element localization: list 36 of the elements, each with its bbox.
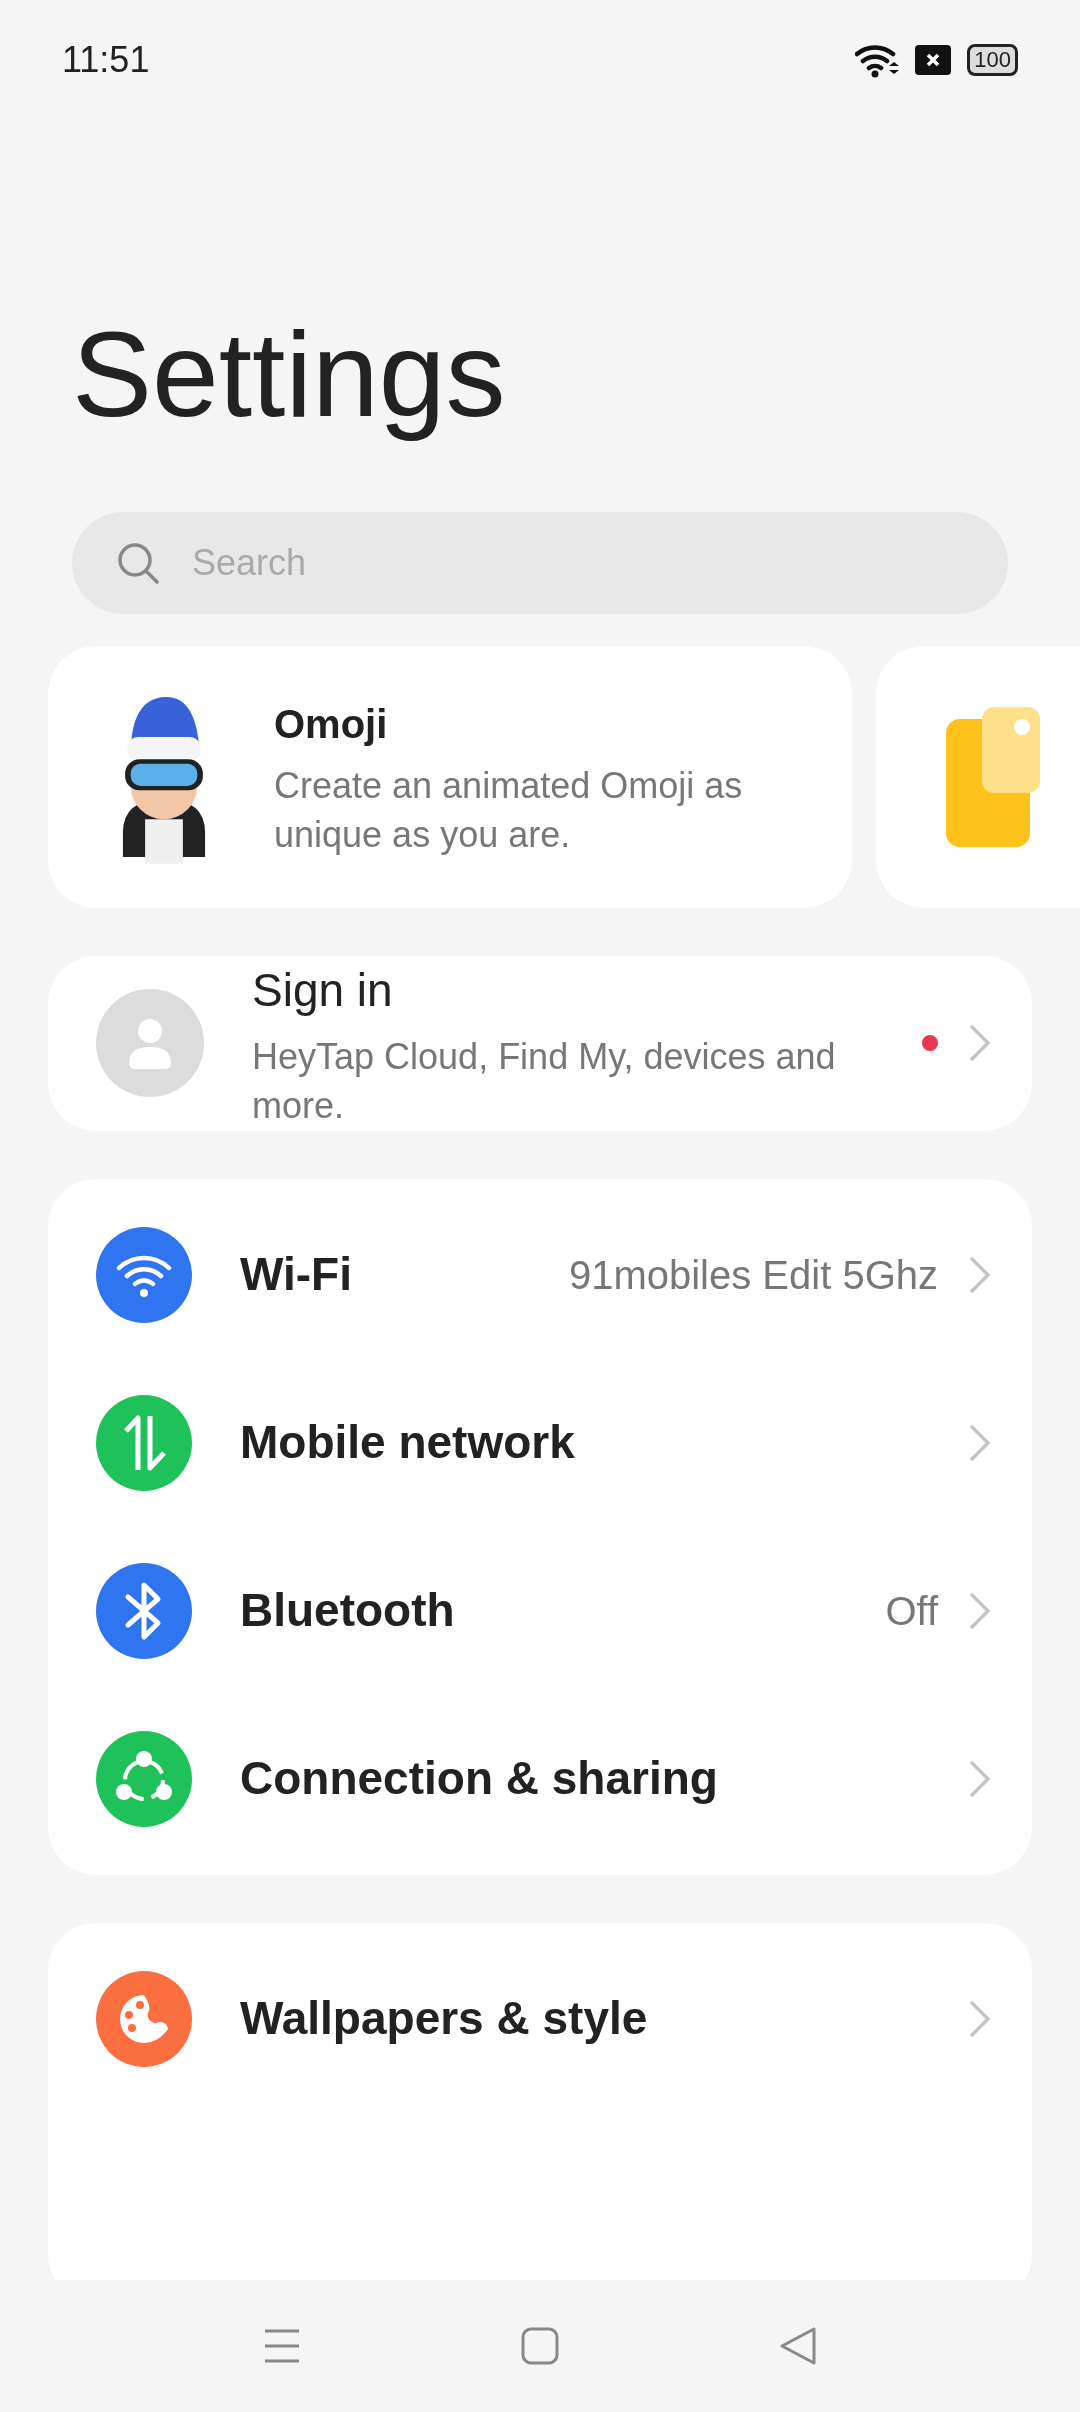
account-subtitle: HeyTap Cloud, Find My, devices and more.: [252, 1035, 837, 1128]
cards-icon: [946, 707, 1042, 847]
card-description: Create an animated Omoji as unique as you are.: [274, 764, 744, 857]
chevron-icon: [968, 1758, 992, 1799]
page-title: Settings: [72, 308, 507, 440]
back-icon[interactable]: [779, 2327, 817, 2365]
promo-card[interactable]: Omoji Create an animated Omoji as unique as you are.: [48, 646, 852, 908]
row-label: Wallpapers & style: [240, 1991, 649, 2047]
menu-icon[interactable]: [263, 2327, 301, 2365]
row-label: Connection & sharing: [240, 1751, 719, 1807]
chevron-icon: [968, 1590, 992, 1631]
row-label: Bluetooth: [240, 1583, 456, 1639]
settings-row[interactable]: Mobile network: [48, 1358, 1032, 1527]
sim-icon: [915, 45, 952, 75]
chevron-icon: [968, 1998, 992, 2039]
account-card[interactable]: Sign in HeyTap Cloud, Find My, devices and more.: [48, 956, 1032, 1131]
row-label: Wi-Fi: [240, 1247, 353, 1303]
settings-row[interactable]: Bluetooth Off: [48, 1526, 1032, 1695]
search-field[interactable]: Search: [72, 512, 1008, 614]
status-time: 11:51: [62, 38, 150, 82]
chevron-icon: [968, 1023, 992, 1064]
search-icon: [116, 541, 160, 585]
settings-row[interactable]: Wi-Fi 91mobiles Edit 5Ghz: [48, 1190, 1032, 1359]
chevron-icon: [968, 1422, 992, 1463]
settings-row[interactable]: Wallpapers & style: [48, 1934, 1032, 2103]
row-label: Mobile network: [240, 1415, 576, 1471]
row-value: Off: [885, 1587, 938, 1635]
home-icon[interactable]: [521, 2327, 559, 2365]
wifi-icon: [855, 42, 900, 78]
row-value: 91mobiles Edit 5Ghz: [568, 1251, 938, 1299]
card-title: Omoji: [274, 701, 389, 749]
battery-indicator: 100: [967, 44, 1018, 76]
settings-row[interactable]: Connection & sharing: [48, 1694, 1032, 1863]
chevron-icon: [968, 1254, 992, 1295]
avatar-icon: [96, 989, 204, 1098]
account-title: Sign in: [252, 963, 394, 1018]
